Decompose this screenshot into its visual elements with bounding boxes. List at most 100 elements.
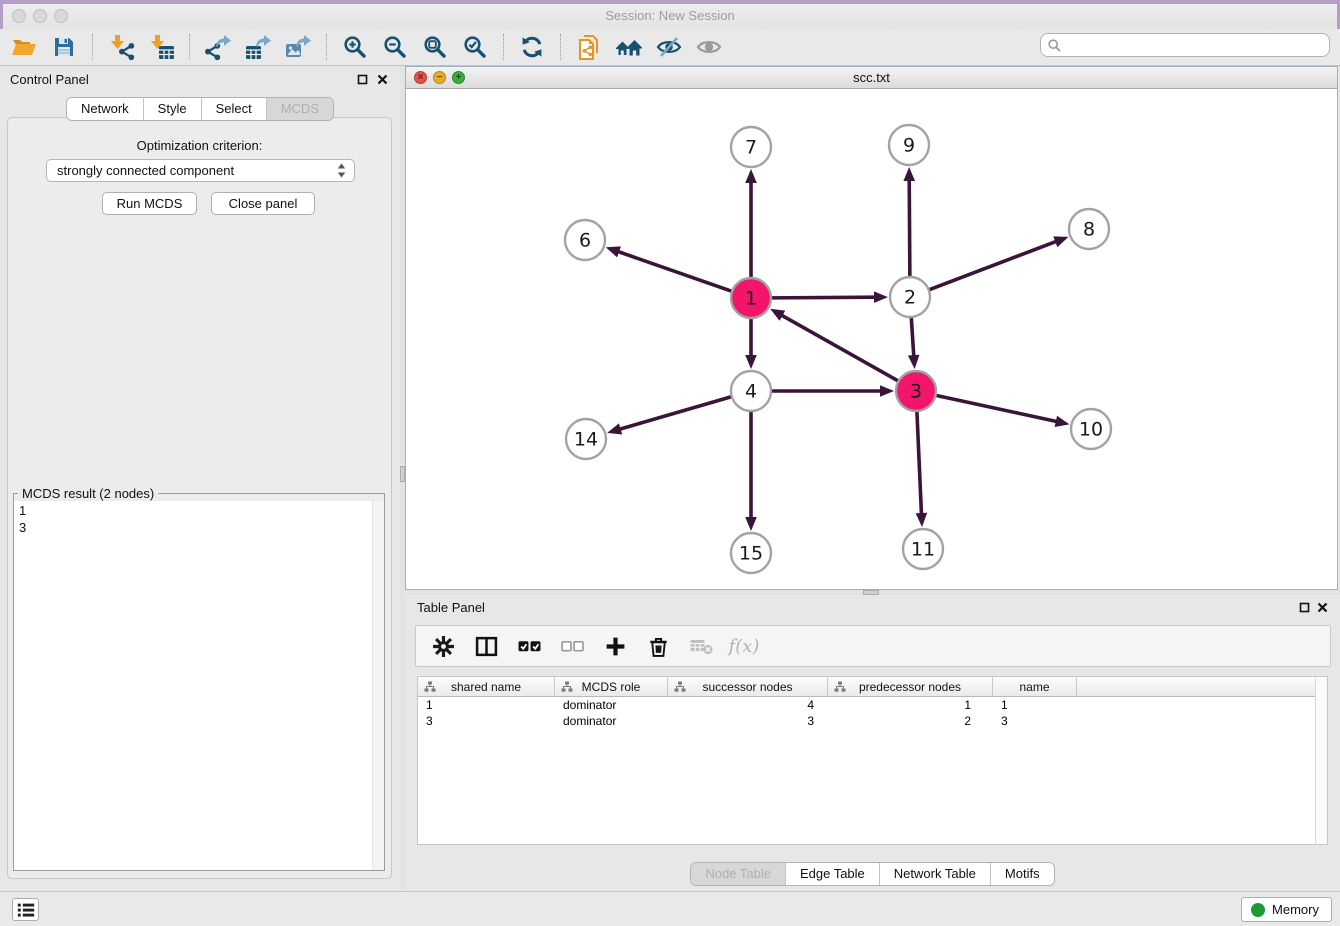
cell-shared-name[interactable]: 3: [418, 713, 555, 729]
show-columns-icon[interactable]: [473, 633, 499, 659]
cell-mcds-role[interactable]: dominator: [555, 713, 668, 729]
column-header-successor-nodes[interactable]: successor nodes: [668, 677, 828, 696]
cell-shared-name[interactable]: 1: [418, 697, 555, 713]
graph-node-3[interactable]: 3: [896, 371, 936, 411]
result-scrollbar[interactable]: [372, 501, 384, 870]
graph-edge-2-3[interactable]: [908, 318, 920, 369]
column-header-name[interactable]: name: [993, 677, 1077, 696]
search-box[interactable]: [1040, 33, 1330, 57]
graph-edge-3-10[interactable]: [937, 395, 1070, 427]
select-all-columns-icon[interactable]: [516, 633, 542, 659]
export-image-icon[interactable]: [278, 31, 318, 63]
graph-node-4[interactable]: 4: [731, 371, 771, 411]
graph-edge-2-9[interactable]: [903, 167, 915, 276]
apply-layout-icon[interactable]: [512, 31, 552, 63]
graph-node-14[interactable]: 14: [566, 419, 606, 459]
graph-node-8[interactable]: 8: [1069, 209, 1109, 249]
mcds-result-text[interactable]: 1 3: [14, 501, 372, 870]
graph-node-10[interactable]: 10: [1071, 409, 1111, 449]
network-window-title: scc.txt: [406, 70, 1337, 85]
delete-columns-icon[interactable]: [645, 633, 671, 659]
import-network-icon[interactable]: [101, 31, 141, 63]
graph-edge-3-1[interactable]: [770, 309, 898, 381]
table-tab-edge-table[interactable]: Edge Table: [786, 863, 880, 885]
network-canvas[interactable]: 7 9 6 8 1 2 4 3 14 10 15 11: [406, 89, 1337, 590]
cell-mcds-role[interactable]: dominator: [555, 697, 668, 713]
tab-select[interactable]: Select: [202, 98, 267, 120]
zoom-out-icon[interactable]: [375, 31, 415, 63]
cell-successor-nodes[interactable]: 3: [668, 713, 828, 729]
cell-successor-nodes[interactable]: 4: [668, 697, 828, 713]
graph-edge-4-14[interactable]: [607, 397, 731, 435]
close-table-panel-icon[interactable]: [1317, 602, 1328, 613]
hide-details-icon[interactable]: [649, 31, 689, 63]
column-header-mcds-role[interactable]: MCDS role: [555, 677, 668, 696]
graph-edge-4-15[interactable]: [745, 412, 757, 531]
function-builder-icon: f(x): [731, 633, 757, 659]
graph-node-6[interactable]: 6: [565, 220, 605, 260]
memory-button[interactable]: Memory: [1241, 897, 1332, 922]
table-tab-motifs[interactable]: Motifs: [991, 863, 1054, 885]
export-network-icon[interactable]: [198, 31, 238, 63]
table-settings-icon[interactable]: [430, 633, 456, 659]
float-table-panel-icon[interactable]: [1299, 602, 1310, 613]
clone-network-icon[interactable]: [569, 31, 609, 63]
run-mcds-button[interactable]: Run MCDS: [102, 192, 197, 215]
graph-node-1[interactable]: 1: [731, 278, 771, 318]
tab-mcds[interactable]: MCDS: [267, 98, 333, 120]
graph-node-label: 14: [574, 429, 598, 451]
network-window-titlebar[interactable]: × − + scc.txt: [406, 67, 1337, 89]
cell-name[interactable]: 3: [993, 713, 1077, 729]
graph-node-label: 7: [745, 137, 757, 159]
cell-predecessor-nodes[interactable]: 2: [828, 713, 993, 729]
graph-node-7[interactable]: 7: [731, 127, 771, 167]
column-header-shared-name[interactable]: shared name: [418, 677, 555, 696]
criterion-select-value: strongly connected component: [57, 163, 337, 178]
close-panel-button[interactable]: Close panel: [211, 192, 315, 215]
criterion-select[interactable]: strongly connected component: [46, 159, 355, 182]
table-panel-tabs: Node TableEdge TableNetwork TableMotifs: [690, 862, 1054, 886]
tab-network[interactable]: Network: [67, 98, 144, 120]
main-toolbar: [0, 29, 1340, 66]
cell-name[interactable]: 1: [993, 697, 1077, 713]
graph-edge-3-11[interactable]: [916, 412, 928, 527]
graph-edge-4-3[interactable]: [772, 385, 894, 397]
search-input[interactable]: [1065, 37, 1322, 53]
memory-button-label: Memory: [1272, 902, 1319, 917]
graph-edge-1-2[interactable]: [772, 291, 888, 303]
save-session-icon[interactable]: [44, 31, 84, 63]
column-header-predecessor-nodes[interactable]: predecessor nodes: [828, 677, 993, 696]
graph-node-11[interactable]: 11: [903, 529, 943, 569]
table-scrollbar[interactable]: [1315, 677, 1327, 844]
graph-edge-2-8[interactable]: [930, 236, 1069, 289]
table-header-row: shared nameMCDS rolesuccessor nodesprede…: [418, 677, 1327, 697]
graph-node-label: 9: [903, 135, 915, 157]
task-history-button[interactable]: [12, 898, 39, 921]
select-stepper-icon: [337, 163, 346, 178]
graph-edge-1-4[interactable]: [745, 319, 757, 369]
control-panel-tabs: NetworkStyleSelectMCDS: [66, 97, 334, 121]
zoom-selected-icon[interactable]: [455, 31, 495, 63]
toolbar-divider: [326, 34, 327, 60]
table-row-2[interactable]: 3dominator323: [418, 713, 1327, 729]
import-table-icon[interactable]: [141, 31, 181, 63]
graph-edge-1-6[interactable]: [606, 246, 731, 291]
tab-style[interactable]: Style: [144, 98, 202, 120]
export-table-icon[interactable]: [238, 31, 278, 63]
graph-node-9[interactable]: 9: [889, 125, 929, 165]
table-tab-network-table[interactable]: Network Table: [880, 863, 991, 885]
float-panel-icon[interactable]: [357, 74, 368, 85]
graph-node-2[interactable]: 2: [890, 277, 930, 317]
table-tab-node-table[interactable]: Node Table: [691, 863, 786, 885]
cell-predecessor-nodes[interactable]: 1: [828, 697, 993, 713]
add-column-icon[interactable]: [602, 633, 628, 659]
graph-node-15[interactable]: 15: [731, 533, 771, 573]
close-panel-icon[interactable]: [377, 74, 388, 85]
table-row-1[interactable]: 1dominator411: [418, 697, 1327, 713]
open-session-icon[interactable]: [4, 31, 44, 63]
zoom-in-icon[interactable]: [335, 31, 375, 63]
houses-icon[interactable]: [609, 31, 649, 63]
graph-edge-1-7[interactable]: [745, 169, 757, 277]
zoom-fit-icon[interactable]: [415, 31, 455, 63]
unselect-all-columns-icon[interactable]: [559, 633, 585, 659]
